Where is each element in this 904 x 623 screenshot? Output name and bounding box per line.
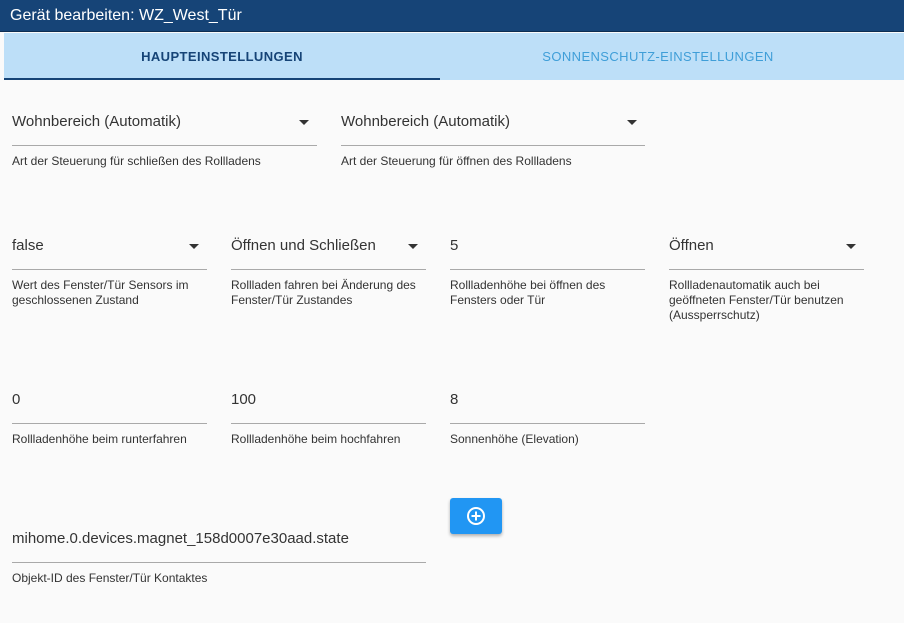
tab-sun-protection-settings[interactable]: SONNENSCHUTZ-EINSTELLUNGEN (440, 33, 876, 80)
window-open-height-field: 5 Rollladenhöhe bei öffnen des Fensters … (450, 224, 645, 308)
sun-elevation-label: Sonnenhöhe (Elevation) (450, 432, 579, 446)
open-control-type-label: Art der Steuerung für öffnen des Rolllad… (341, 154, 572, 168)
lockout-protection-label: Rollladenautomatik auch bei geöffneten F… (669, 278, 844, 322)
triangle-down-icon (299, 120, 309, 125)
triangle-down-icon (627, 120, 637, 125)
close-control-type-select[interactable]: Wohnbereich (Automatik) (12, 100, 317, 146)
window-change-action-select[interactable]: Öffnen und Schließen (231, 224, 426, 270)
window-open-height-value: 5 (450, 237, 459, 254)
open-control-type-value: Wohnbereich (Automatik) (341, 113, 510, 130)
down-height-input[interactable]: 0 (12, 378, 207, 424)
lockout-protection-select[interactable]: Öffnen (669, 224, 864, 270)
window-open-height-input[interactable]: 5 (450, 224, 645, 270)
sun-elevation-field: 8 Sonnenhöhe (Elevation) (450, 378, 645, 447)
plus-circle-icon (467, 507, 485, 525)
window-open-height-label: Rollladenhöhe bei öffnen des Fensters od… (450, 278, 606, 307)
window-change-action-field: Öffnen und Schließen Rollladen fahren be… (231, 224, 426, 308)
triangle-down-icon (189, 244, 199, 249)
up-height-field: 100 Rollladenhöhe beim hochfahren (231, 378, 426, 447)
sensor-closed-value-field: false Wert des Fenster/Tür Sensors im ge… (12, 224, 207, 308)
lockout-protection-value: Öffnen (669, 237, 714, 254)
close-control-type-value: Wohnbereich (Automatik) (12, 113, 181, 130)
open-control-type-select[interactable]: Wohnbereich (Automatik) (341, 100, 645, 146)
down-height-value: 0 (12, 391, 21, 408)
triangle-down-icon (408, 244, 418, 249)
up-height-label: Rollladenhöhe beim hochfahren (231, 432, 401, 446)
up-height-value: 100 (231, 391, 257, 408)
sensor-closed-value-label: Wert des Fenster/Tür Sensors im geschlos… (12, 278, 189, 307)
down-height-label: Rollladenhöhe beim runterfahren (12, 432, 187, 446)
tab-bar: HAUPTEINSTELLUNGEN SONNENSCHUTZ-EINSTELL… (4, 33, 904, 80)
up-height-input[interactable]: 100 (231, 378, 426, 424)
down-height-field: 0 Rollladenhöhe beim runterfahren (12, 378, 207, 447)
window-change-action-label: Rollladen fahren bei Änderung des Fenste… (231, 278, 416, 307)
window-contact-object-id-value: mihome.0.devices.magnet_158d0007e30aad.s… (12, 530, 349, 547)
window-contact-object-id-label: Objekt-ID des Fenster/Tür Kontaktes (12, 571, 208, 585)
sun-elevation-input[interactable]: 8 (450, 378, 645, 424)
tab-main-settings[interactable]: HAUPTEINSTELLUNGEN (4, 33, 440, 80)
sensor-closed-value: false (12, 237, 44, 254)
sun-elevation-value: 8 (450, 391, 459, 408)
window-contact-object-id-field: mihome.0.devices.magnet_158d0007e30aad.s… (12, 517, 426, 586)
open-control-type-field: Wohnbereich (Automatik) Art der Steuerun… (341, 100, 645, 169)
sensor-closed-value-select[interactable]: false (12, 224, 207, 270)
triangle-down-icon (846, 244, 856, 249)
lockout-protection-field: Öffnen Rollladenautomatik auch bei geöff… (669, 224, 864, 323)
close-control-type-label: Art der Steuerung für schließen des Roll… (12, 154, 261, 168)
close-control-type-field: Wohnbereich (Automatik) Art der Steuerun… (12, 100, 317, 169)
window-contact-object-id-input[interactable]: mihome.0.devices.magnet_158d0007e30aad.s… (12, 517, 426, 563)
dialog-title: Gerät bearbeiten: WZ_West_Tür (0, 0, 904, 32)
window-change-action-value: Öffnen und Schließen (231, 237, 376, 254)
add-object-button[interactable] (450, 498, 502, 534)
